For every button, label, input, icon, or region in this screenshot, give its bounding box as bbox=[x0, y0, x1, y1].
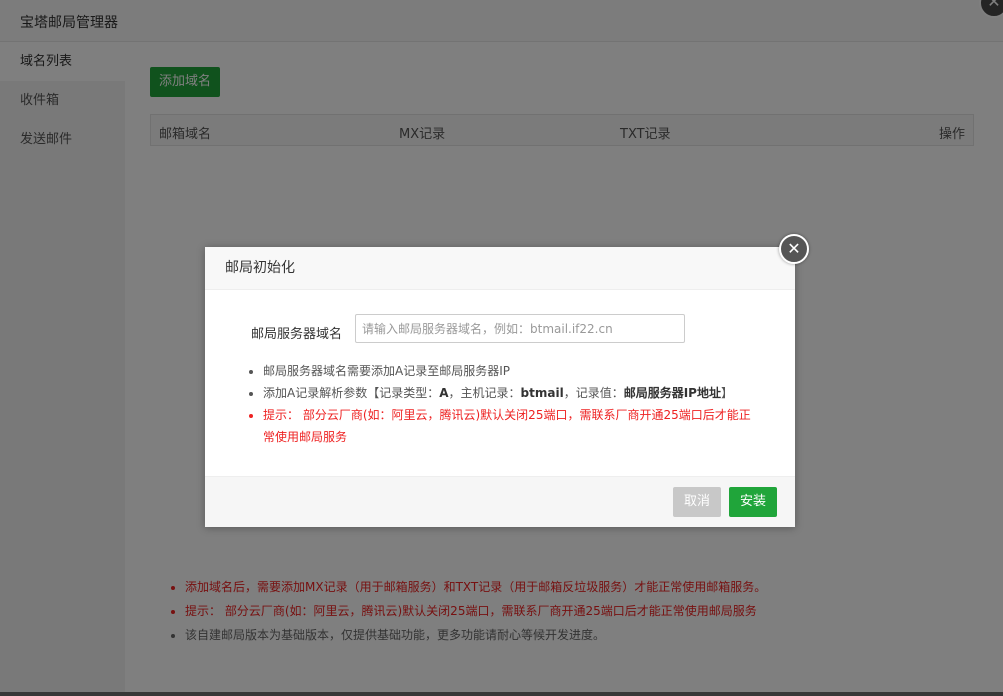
server-domain-input[interactable] bbox=[355, 314, 685, 343]
tip-item-warning-continued: 常使用邮局服务 bbox=[245, 426, 765, 448]
dialog-tips: 邮局服务器域名需要添加A记录至邮局服务器IP 添加A记录解析参数【记录类型：A，… bbox=[245, 360, 783, 448]
tip-item: 添加A记录解析参数【记录类型：A，主机记录：btmail，记录值：邮局服务器IP… bbox=[263, 382, 783, 404]
tip-item-warning: 提示： 部分云厂商(如：阿里云，腾讯云)默认关闭25端口，需联系厂商开通25端口… bbox=[263, 404, 783, 426]
install-button[interactable]: 安装 bbox=[729, 487, 777, 517]
server-domain-label: 邮局服务器域名 bbox=[251, 323, 342, 342]
cancel-button[interactable]: 取消 bbox=[673, 487, 721, 517]
tip-item: 邮局服务器域名需要添加A记录至邮局服务器IP bbox=[263, 360, 783, 382]
dialog-title: 邮局初始化 bbox=[205, 247, 795, 290]
dialog-footer: 取消 安装 bbox=[205, 476, 795, 527]
dialog-close-icon[interactable]: ✕ bbox=[779, 234, 809, 264]
mail-init-dialog: 邮局初始化 ✕ 邮局服务器域名 邮局服务器域名需要添加A记录至邮局服务器IP 添… bbox=[205, 247, 795, 527]
